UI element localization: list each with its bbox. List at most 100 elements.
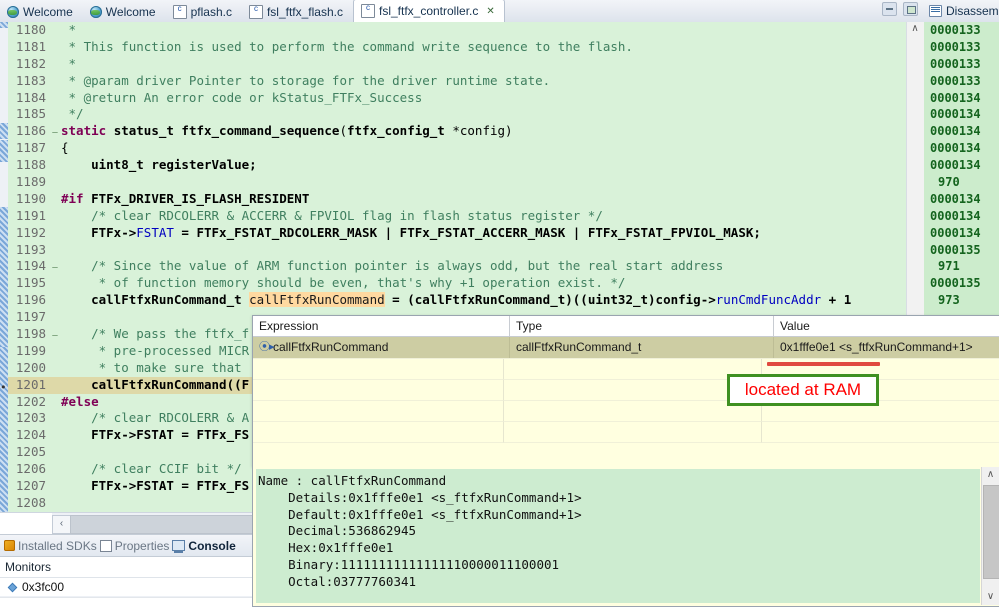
code-line[interactable]: 1192 FTFx->FSTAT = FTFx_FSTAT_RDCOLERR_M… bbox=[8, 224, 924, 242]
code-line[interactable]: 1186– static status_t ftfx_command_sequen… bbox=[8, 123, 924, 141]
column-header-value[interactable]: Value bbox=[774, 316, 999, 336]
disassembly-address-line[interactable]: 0000135 bbox=[930, 242, 999, 259]
editor-tab-label: Welcome bbox=[105, 4, 156, 19]
code-line[interactable]: 1193 bbox=[8, 241, 924, 259]
disassembly-address-line[interactable]: 0000133 bbox=[930, 39, 999, 56]
code-text: * to make sure that bbox=[61, 359, 242, 375]
disassembly-address-line[interactable]: 0000134 bbox=[930, 90, 999, 107]
expression-empty-cell bbox=[253, 359, 504, 380]
code-line[interactable]: 1182 * bbox=[8, 55, 924, 73]
code-text: /* clear RDCOLERR & ACCERR & FPVIOL flag… bbox=[61, 207, 603, 223]
detail-scroll-up-icon[interactable]: ∧ bbox=[982, 467, 999, 483]
editor-tab-label: pflash.c bbox=[190, 4, 232, 19]
scroll-left-icon[interactable]: ‹ bbox=[52, 515, 71, 534]
disassembly-address-line[interactable]: 0000134 bbox=[930, 140, 999, 157]
disassembly-source-line[interactable]: 971 bbox=[930, 258, 999, 275]
bottom-tab-label: Properties bbox=[114, 538, 170, 553]
code-line[interactable]: 1188 uint8_t registerValue; bbox=[8, 157, 924, 175]
disassembly-address-line[interactable]: 0000134 bbox=[930, 106, 999, 123]
code-text: * bbox=[61, 22, 77, 37]
code-text: * This function is used to perform the c… bbox=[61, 38, 633, 54]
expression-empty-row[interactable] bbox=[253, 359, 999, 380]
expression-type-cell[interactable]: callFtfxRunCommand_t bbox=[510, 337, 774, 358]
properties-icon bbox=[99, 539, 112, 552]
code-text: */ bbox=[61, 106, 84, 122]
expression-empty-row[interactable] bbox=[253, 422, 999, 443]
disassembly-address-line[interactable]: 0000133 bbox=[930, 22, 999, 39]
located-at-ram-annotation: located at RAM bbox=[727, 374, 879, 406]
expression-row[interactable]: ⦿▸callFtfxRunCommand callFtfxRunCommand_t… bbox=[253, 337, 999, 359]
line-number: 1206 bbox=[8, 461, 51, 479]
code-line[interactable]: 1196 callFtfxRunCommand_t callFtfxRunCom… bbox=[8, 292, 924, 310]
scroll-up-icon[interactable]: ∧ bbox=[907, 22, 923, 38]
detail-scroll-thumb[interactable] bbox=[983, 485, 999, 579]
disassembly-address-line[interactable]: 0000133 bbox=[930, 73, 999, 90]
bottom-tab-label: Installed SDKs bbox=[18, 538, 97, 553]
application-window: Welcome Welcome pflash.c fsl_ftfx_flash.c fs… bbox=[0, 0, 999, 608]
expression-empty-cell bbox=[504, 422, 762, 443]
code-line[interactable]: 1184 * @return An error code or kStatus_… bbox=[8, 89, 924, 107]
expression-value-cell[interactable]: 0x1fffe0e1 <s_ftfxRunCommand+1> bbox=[774, 337, 999, 358]
disassembly-address-line[interactable]: 0000134 bbox=[930, 225, 999, 242]
line-number: 1187 bbox=[8, 140, 51, 158]
expression-empty-cell bbox=[762, 422, 999, 443]
bottom-tab-properties[interactable]: Properties bbox=[99, 538, 170, 553]
line-number: 1186 bbox=[8, 123, 51, 141]
editor-tab-1[interactable]: Welcome bbox=[0, 1, 83, 22]
detail-scroll-down-icon[interactable]: ∨ bbox=[982, 589, 999, 605]
bottom-tab-installed-sdks[interactable]: Installed SDKs bbox=[4, 539, 97, 553]
code-line[interactable]: 1194– /* Since the value of ARM function… bbox=[8, 258, 924, 276]
minimize-button[interactable] bbox=[882, 2, 897, 16]
line-number: 1199 bbox=[8, 342, 51, 360]
change-bar bbox=[0, 123, 8, 139]
monitor-bullet-icon bbox=[7, 582, 18, 593]
editor-tab-label: fsl_ftfx_flash.c bbox=[266, 4, 343, 19]
disassembly-tab[interactable]: Disassem bbox=[924, 0, 999, 23]
disassembly-address-line[interactable]: 0000134 bbox=[930, 208, 999, 225]
code-line[interactable]: 1185 */ bbox=[8, 106, 924, 124]
disassembly-source-line[interactable]: 970 bbox=[930, 174, 999, 191]
disassembly-address-line[interactable]: 0000134 bbox=[930, 157, 999, 174]
disassembly-source-line[interactable]: 973 bbox=[930, 292, 999, 309]
code-text: #else bbox=[61, 393, 99, 409]
line-number: 1184 bbox=[8, 89, 51, 107]
bottom-tab-console[interactable]: Console bbox=[172, 539, 236, 553]
disassembly-tab-label: Disassem bbox=[946, 4, 999, 18]
disassembly-address-line[interactable]: 0000134 bbox=[930, 191, 999, 208]
code-line[interactable]: 1187 { bbox=[8, 140, 924, 158]
editor-tab-4[interactable]: fsl_ftfx_flash.c bbox=[242, 1, 353, 22]
close-icon[interactable]: ✕ bbox=[486, 6, 494, 17]
code-line[interactable]: 1180 * bbox=[8, 22, 924, 39]
editor-tab-3[interactable]: pflash.c bbox=[166, 1, 242, 22]
code-text: /* Since the value of ARM function point… bbox=[61, 258, 724, 274]
expression-empty-row[interactable] bbox=[253, 380, 999, 401]
maximize-button[interactable] bbox=[903, 2, 918, 16]
variable-icon: ⦿▸ bbox=[259, 341, 275, 353]
disassembly-address-line[interactable]: 0000134 bbox=[930, 123, 999, 140]
disassembly-address-line[interactable]: 0000133 bbox=[930, 56, 999, 73]
expression-cell[interactable]: ⦿▸callFtfxRunCommand bbox=[253, 337, 510, 358]
editor-tab-5[interactable]: fsl_ftfx_controller.c ✕ bbox=[352, 0, 505, 23]
code-text: #if FTFx_DRIVER_IS_FLASH_RESIDENT bbox=[61, 190, 310, 206]
monitor-item[interactable]: 0x3fc00 bbox=[0, 578, 252, 596]
editor-tab-label: Welcome bbox=[23, 4, 73, 19]
disassembly-address-line[interactable]: 0000135 bbox=[930, 275, 999, 292]
code-line[interactable]: 1189 bbox=[8, 174, 924, 191]
code-line[interactable]: 1190 #if FTFx_DRIVER_IS_FLASH_RESIDENT bbox=[8, 190, 924, 208]
code-line[interactable]: 1181 * This function is used to perform … bbox=[8, 38, 924, 56]
variable-detail-text[interactable]: Name : callFtfxRunCommand Details:0x1fff… bbox=[256, 469, 980, 603]
change-bar bbox=[0, 140, 8, 162]
code-line[interactable]: 1191 /* clear RDCOLERR & ACCERR & FPVIOL… bbox=[8, 207, 924, 225]
line-number: 1203 bbox=[8, 410, 51, 428]
code-line[interactable]: 1183 * @param driver Pointer to storage … bbox=[8, 72, 924, 90]
column-header-expression[interactable]: Expression bbox=[253, 316, 510, 336]
editor-tab-2[interactable]: Welcome bbox=[83, 1, 166, 22]
detail-vertical-scrollbar[interactable]: ∧ ∨ bbox=[981, 467, 999, 605]
line-number: 1192 bbox=[8, 224, 51, 242]
line-number: 1196 bbox=[8, 292, 51, 310]
code-line[interactable]: 1195 * of function memory should be even… bbox=[8, 275, 924, 293]
column-header-type[interactable]: Type bbox=[510, 316, 774, 336]
expression-empty-row[interactable] bbox=[253, 401, 999, 422]
